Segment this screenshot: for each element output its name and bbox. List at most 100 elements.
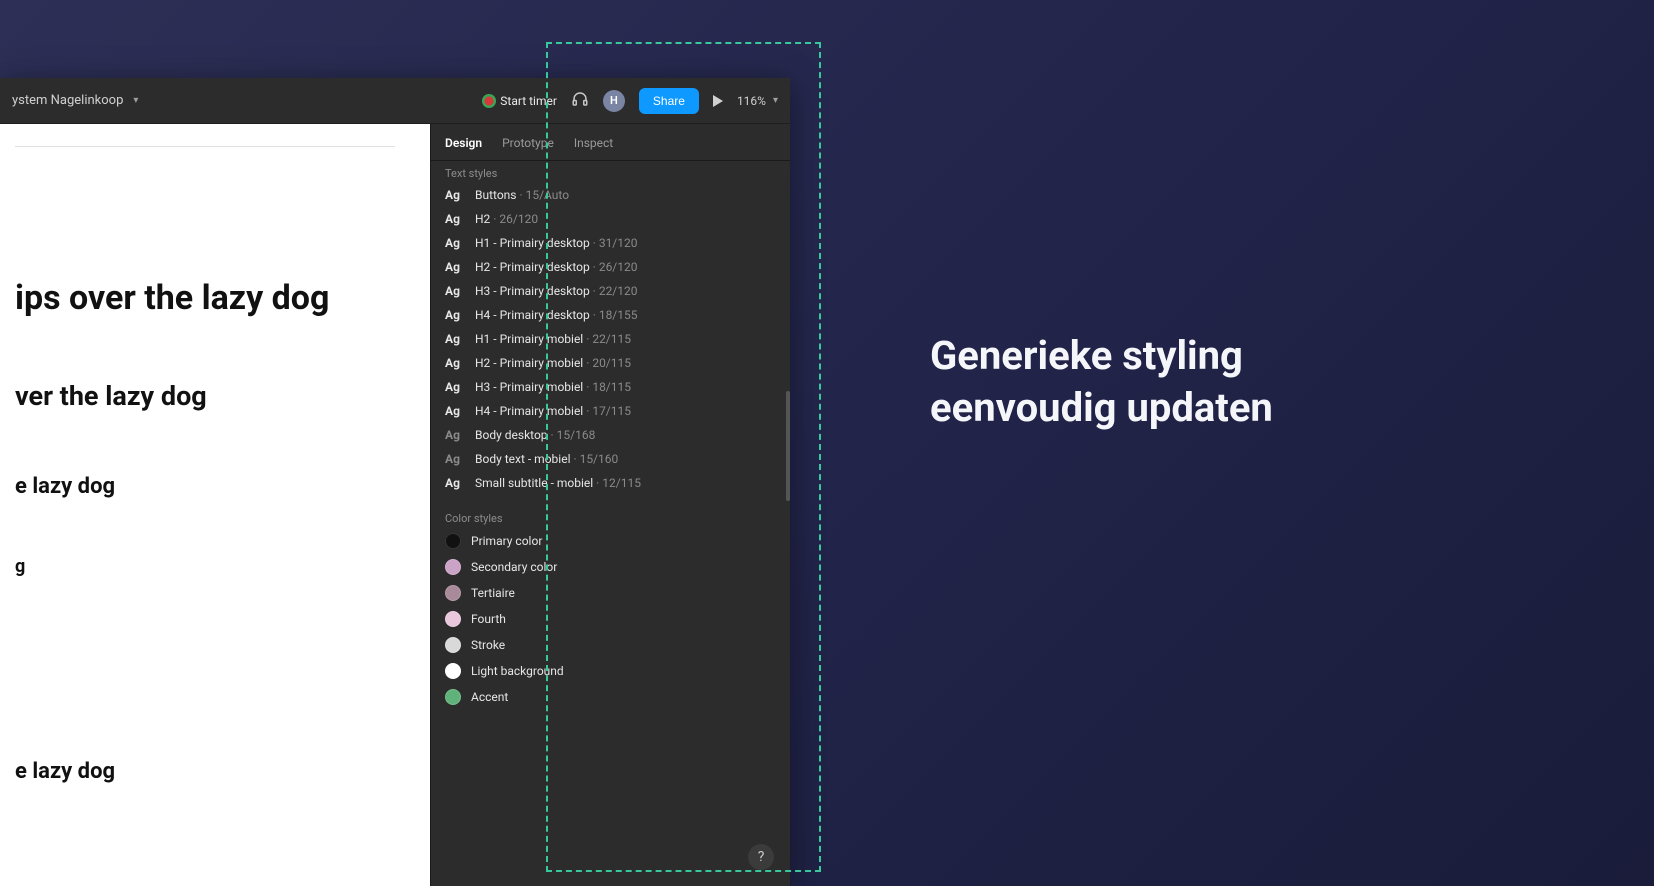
text-style-meta: · 12/115 (593, 476, 641, 490)
toolbar-right: Start timer H Share 116% ▾ (482, 88, 778, 114)
text-style-row[interactable]: Ag H3 - Primairy desktop · 22/120 (445, 284, 776, 298)
tab-prototype[interactable]: Prototype (502, 136, 554, 150)
ag-icon: Ag (445, 332, 465, 346)
text-style-meta: · 20/115 (583, 356, 631, 370)
text-style-name: H1 - Primairy mobiel (475, 332, 583, 346)
text-style-row[interactable]: Ag Buttons · 15/Auto (445, 188, 776, 202)
tab-inspect[interactable]: Inspect (574, 136, 613, 150)
panel-tabs: Design Prototype Inspect (431, 124, 790, 161)
text-style-row[interactable]: AgH4 - Primairy desktop · 18/155 (445, 308, 776, 322)
avatar[interactable]: H (603, 90, 625, 112)
text-style-meta: · 15/168 (548, 428, 596, 442)
color-style-row[interactable]: Tertiaire (445, 585, 776, 601)
canvas-page: ips over the lazy dog ver the lazy dog e… (0, 124, 430, 886)
ag-icon: Ag (445, 404, 465, 418)
share-button[interactable]: Share (639, 88, 699, 114)
color-style-name: Primary color (471, 534, 542, 548)
color-swatch (445, 637, 461, 653)
color-swatch (445, 689, 461, 705)
start-timer-button[interactable]: Start timer (482, 94, 557, 108)
text-styles-title: Text styles (445, 167, 776, 180)
headline-line-1: Generieke styling (930, 330, 1273, 382)
color-style-row[interactable]: Primary color (445, 533, 776, 549)
zoom-level[interactable]: 116% ▾ (737, 94, 778, 108)
color-swatch (445, 611, 461, 627)
help-button[interactable]: ? (748, 844, 774, 870)
color-styles-title: Color styles (445, 512, 776, 525)
toolbar-left: ystem Nagelinkoop ▾ (12, 93, 138, 108)
ag-icon: Ag (445, 212, 465, 226)
ag-icon: Ag (445, 452, 465, 466)
color-style-row[interactable]: Light background (445, 663, 776, 679)
sample-text-h1: ips over the lazy dog (15, 277, 406, 320)
headphones-icon[interactable] (571, 90, 589, 112)
text-style-meta: · 26/120 (490, 212, 538, 226)
text-style-name: H4 - Primairy desktop (475, 308, 590, 322)
tab-design[interactable]: Design (445, 136, 482, 150)
color-style-name: Fourth (471, 612, 506, 626)
text-style-row[interactable]: Ag Body text - mobiel · 15/160 (445, 452, 776, 466)
ag-icon: Ag (445, 188, 465, 202)
text-style-row[interactable]: Ag H2 - Primairy mobiel · 20/115 (445, 356, 776, 370)
color-swatch (445, 533, 461, 549)
text-style-meta: · 15/Auto (517, 188, 570, 202)
text-style-meta: · 22/120 (590, 284, 638, 298)
text-style-name: Small subtitle - mobiel (475, 476, 593, 490)
color-style-name: Tertiaire (471, 586, 515, 600)
text-style-row[interactable]: Ag H4 - Primairy mobiel · 17/115 (445, 404, 776, 418)
text-style-list: AgButtons · 15/AutoAgH2 · 26/120AgH1 - P… (445, 188, 776, 490)
chevron-down-icon[interactable]: ▾ (133, 95, 138, 106)
text-style-meta: · 18/155 (590, 308, 638, 322)
color-style-list: Primary color Secondary color Tertiaire Fou… (445, 533, 776, 705)
divider (15, 146, 395, 147)
play-icon[interactable] (713, 95, 723, 107)
sample-text-h3b: e lazy dog (15, 758, 406, 786)
text-style-name: Body text - mobiel (475, 452, 570, 466)
chevron-down-icon: ▾ (773, 95, 778, 106)
sample-text-h3: e lazy dog (15, 473, 406, 501)
text-style-meta: · 15/160 (570, 452, 618, 466)
text-style-meta: · 31/120 (590, 236, 638, 250)
text-style-meta: · 17/115 (583, 404, 631, 418)
text-style-name: Body desktop (475, 428, 548, 442)
text-style-row[interactable]: AgH1 - Primairy desktop · 31/120 (445, 236, 776, 250)
canvas[interactable]: ips over the lazy dog ver the lazy dog e… (0, 124, 430, 886)
color-style-name: Light background (471, 664, 564, 678)
ag-icon: Ag (445, 428, 465, 442)
properties-panel: Design Prototype Inspect Text styles Ag B… (430, 124, 790, 886)
panel-scroll[interactable]: Text styles Ag Buttons · 15/Auto Ag H2 · 26… (431, 161, 790, 886)
text-style-row[interactable]: Ag H1 - Primairy mobiel · 22/115 (445, 332, 776, 346)
text-style-row[interactable]: Ag Body desktop · 15/168 (445, 428, 776, 442)
text-style-row[interactable]: AgH3 - Primairy mobiel · 18/115 (445, 380, 776, 394)
document-title[interactable]: ystem Nagelinkoop (12, 93, 123, 108)
text-style-name: H3 - Primairy desktop (475, 284, 590, 298)
timer-label: Start timer (500, 94, 557, 108)
sample-text-h4: g (15, 556, 406, 579)
text-style-row[interactable]: AgH2 - Primairy desktop · 26/120 (445, 260, 776, 274)
color-style-name: Accent (471, 690, 508, 704)
color-style-row[interactable]: Stroke (445, 637, 776, 653)
text-style-name: Buttons (475, 188, 517, 202)
scrollbar[interactable] (786, 391, 790, 501)
color-swatch (445, 663, 461, 679)
text-style-name: H2 (475, 212, 490, 226)
color-style-row[interactable]: Fourth (445, 611, 776, 627)
color-style-row[interactable]: Secondary color (445, 559, 776, 575)
text-style-meta: · 26/120 (590, 260, 638, 274)
ag-icon: Ag (445, 284, 465, 298)
text-style-name: H4 - Primairy mobiel (475, 404, 583, 418)
text-style-row[interactable]: Ag H2 · 26/120 (445, 212, 776, 226)
color-style-row[interactable]: Accent (445, 689, 776, 705)
ag-icon: Ag (445, 476, 465, 490)
text-style-meta: · 22/115 (583, 332, 631, 346)
toolbar: ystem Nagelinkoop ▾ Start timer H Share … (0, 78, 790, 124)
text-style-row[interactable]: Ag Small subtitle - mobiel · 12/115 (445, 476, 776, 490)
slide-headline: Generieke styling eenvoudig updaten (930, 330, 1273, 434)
text-style-name: H2 - Primairy mobiel (475, 356, 583, 370)
ag-icon: Ag (445, 356, 465, 370)
ag-icon: Ag (445, 236, 465, 250)
sample-text-h2: ver the lazy dog (15, 380, 406, 414)
color-swatch (445, 585, 461, 601)
color-style-name: Secondary color (471, 560, 557, 574)
ag-icon: Ag (445, 260, 465, 274)
